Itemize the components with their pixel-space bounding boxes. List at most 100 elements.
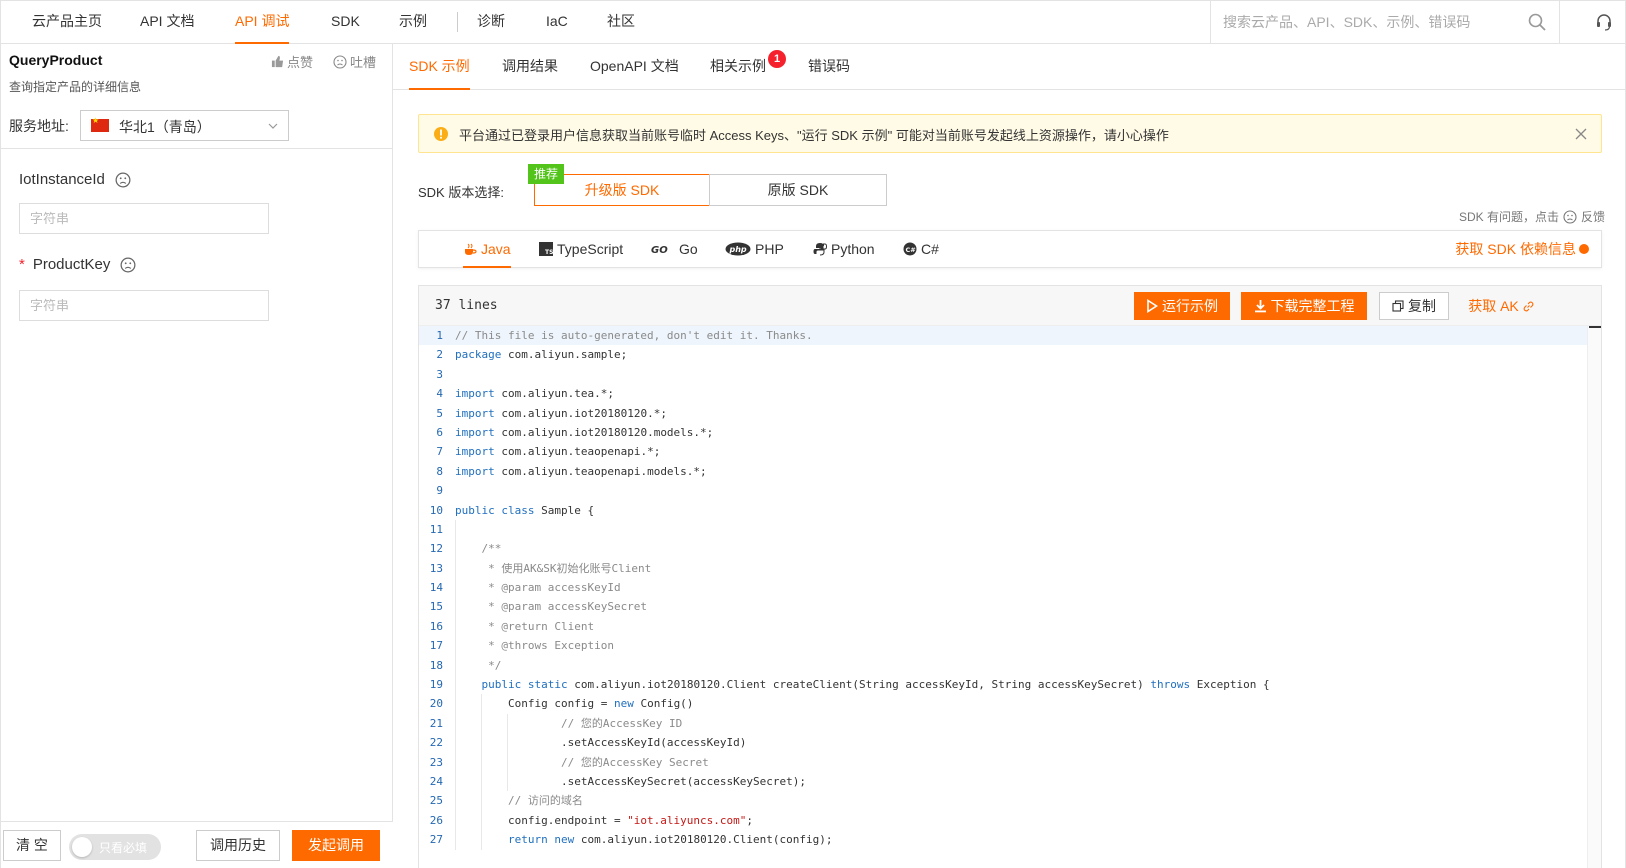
lang-tab-go[interactable]: GO Go <box>651 231 698 267</box>
indent-guide <box>481 771 482 792</box>
param-name: IotInstanceId <box>19 171 105 188</box>
scrollbar-thumb[interactable] <box>1589 326 1601 328</box>
copy-label: 复制 <box>1408 298 1436 314</box>
play-icon <box>1147 299 1158 313</box>
code-text: * @param accessKeySecret <box>455 600 648 614</box>
indent-guide <box>481 713 482 734</box>
code-text: public static com.aliyun.iot20180120.Cli… <box>481 678 1270 692</box>
lang-label: Go <box>679 240 698 257</box>
indent-guide <box>455 675 456 695</box>
clear-button[interactable]: 清 空 <box>3 830 61 861</box>
line-number: 11 <box>429 522 443 536</box>
productkey-input[interactable] <box>19 290 269 321</box>
nav-item-sdk[interactable]: SDK <box>331 1 360 45</box>
code-line: 9 <box>419 481 1601 500</box>
iotinstanceid-input[interactable] <box>19 203 269 234</box>
code-line: 24 .setAccessKeySecret(accessKeySecret); <box>419 771 1601 792</box>
region-select[interactable]: 华北1（青岛） <box>80 110 289 141</box>
sad-face-icon[interactable] <box>120 257 136 273</box>
lang-tab-python[interactable]: Python <box>813 231 875 267</box>
python-icon <box>813 243 827 256</box>
required-only-toggle[interactable]: 只看必填 <box>69 834 161 860</box>
nav-item-iac[interactable]: IaC <box>546 1 568 45</box>
line-number: 15 <box>429 600 443 614</box>
nav-item-api-docs[interactable]: API 文档 <box>140 1 194 45</box>
lang-label: C# <box>921 240 939 257</box>
nav-item-examples[interactable]: 示例 <box>399 1 427 45</box>
sdk-feedback[interactable]: SDK 有问题，点击 反馈 <box>1459 208 1605 225</box>
line-number: 20 <box>429 697 443 711</box>
get-ak-link[interactable]: 获取 AK <box>1461 292 1541 320</box>
indent-guide <box>455 558 456 579</box>
indent-guide <box>455 752 456 772</box>
region-value: 华北1（青岛） <box>119 119 211 135</box>
code-text: import com.aliyun.teaopenapi.*; <box>455 445 661 459</box>
history-button[interactable]: 调用历史 <box>196 830 280 861</box>
warning-icon <box>434 127 448 141</box>
run-example-button[interactable]: 运行示例 <box>1134 292 1230 320</box>
code-line: 15 * @param accessKeySecret <box>419 597 1601 617</box>
code-text: * @throws Exception <box>455 639 614 653</box>
lang-tab-php[interactable]: php PHP <box>725 231 784 267</box>
top-navigation: 云产品主页 API 文档 API 调试 SDK 示例 诊断 IaC 社区 <box>0 0 1626 44</box>
close-icon[interactable] <box>1575 128 1587 140</box>
java-icon <box>465 243 477 255</box>
nav-item-product-home[interactable]: 云产品主页 <box>32 1 102 45</box>
code-line: 23 // 您的AccessKey Secret <box>419 752 1601 772</box>
line-count: 37 lines <box>435 298 498 313</box>
param-label-iotinstanceid: IotInstanceId <box>19 171 131 188</box>
indent-guide <box>455 578 456 598</box>
code-text: // This file is auto-generated, don't ed… <box>455 329 813 342</box>
like-button[interactable]: 点赞 <box>271 52 313 71</box>
sad-face-icon[interactable] <box>115 172 131 188</box>
headset-icon[interactable] <box>1594 12 1614 32</box>
global-search <box>1210 1 1560 43</box>
line-number: 12 <box>429 542 443 556</box>
download-project-button[interactable]: 下载完整工程 <box>1241 292 1367 320</box>
sdk-feedback-prefix: SDK 有问题，点击 <box>1458 210 1559 224</box>
indent-guide <box>481 752 482 772</box>
line-number: 19 <box>429 678 443 692</box>
sdk-dependency-link[interactable]: 获取 SDK 依赖信息 <box>1455 231 1589 267</box>
nav-item-community[interactable]: 社区 <box>607 1 635 45</box>
svg-text:TS: TS <box>545 249 553 256</box>
tab-sdk-example[interactable]: SDK 示例 <box>409 44 470 90</box>
code-text: */ <box>455 658 502 672</box>
lang-tab-csharp[interactable]: C# C# <box>903 231 939 267</box>
line-number: 27 <box>429 833 443 847</box>
indent-guide <box>455 791 456 811</box>
tab-related-examples[interactable]: 相关示例 1 <box>710 44 786 90</box>
code-content[interactable]: 1 // This file is auto-generated, don't e… <box>419 326 1601 868</box>
search-icon[interactable] <box>1527 12 1547 32</box>
tab-error-codes[interactable]: 错误码 <box>808 44 850 90</box>
code-line: 25 // 访问的域名 <box>419 791 1601 811</box>
line-number: 9 <box>436 484 443 498</box>
lang-tab-java[interactable]: Java <box>463 231 511 268</box>
sdk-version-original[interactable]: 原版 SDK <box>709 174 887 206</box>
api-name: QueryProduct <box>9 52 103 68</box>
code-scrollbar[interactable] <box>1587 326 1601 868</box>
link-icon <box>1523 301 1534 311</box>
code-line: 12 /** <box>419 539 1601 559</box>
go-icon: GO <box>651 245 668 256</box>
nav-item-api-debug[interactable]: API 调试 <box>235 1 290 45</box>
code-line: 16 * @return Client <box>419 616 1601 637</box>
line-number: 13 <box>429 561 443 575</box>
indent-guide <box>455 519 456 540</box>
code-line: 26 config.endpoint = "iot.aliyuncs.com"; <box>419 810 1601 831</box>
invoke-button[interactable]: 发起调用 <box>292 830 380 861</box>
code-header: 37 lines 运行示例 下载完整工程 复制 获取 AK <box>419 286 1601 326</box>
param-label-productkey: * ProductKey <box>19 256 136 273</box>
tab-call-result[interactable]: 调用结果 <box>502 44 558 90</box>
indent-guide <box>481 830 482 850</box>
code-text: package com.aliyun.sample; <box>455 348 628 362</box>
lang-label: Java <box>481 240 511 257</box>
chevron-down-icon <box>268 123 278 129</box>
lang-tab-typescript[interactable]: TS TypeScript <box>539 231 623 267</box>
sdk-feedback-suffix: 反馈 <box>1580 210 1605 224</box>
search-input[interactable] <box>1223 11 1523 33</box>
nav-item-diagnose[interactable]: 诊断 <box>477 1 505 45</box>
dislike-button[interactable]: 吐槽 <box>333 52 376 71</box>
copy-button[interactable]: 复制 <box>1379 292 1449 320</box>
tab-openapi-doc[interactable]: OpenAPI 文档 <box>590 44 679 90</box>
